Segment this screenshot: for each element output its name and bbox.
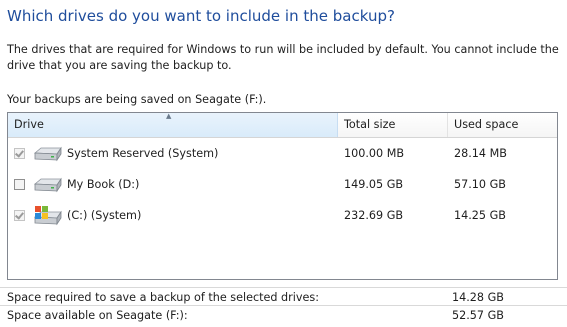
drive-name: My Book (D:) [67,178,140,191]
space-required-label: Space required to save a backup of the s… [7,291,319,304]
page-title: Which drives do you want to include in t… [7,7,395,25]
drive-name: (C:) (System) [67,209,142,222]
column-header-used-space[interactable]: Used space [448,113,557,137]
backup-location-text: Your backups are being saved on Seagate … [7,93,267,106]
list-header: ▲ Drive Total size Used space [8,112,557,138]
sort-ascending-icon: ▲ [166,112,172,120]
table-row[interactable]: My Book (D:) 149.05 GB 57.10 GB [8,169,557,200]
hard-drive-icon [31,174,65,196]
column-header-drive[interactable]: ▲ Drive [8,112,338,137]
divider [0,305,567,306]
total-size: 100.00 MB [344,147,405,160]
space-available-value: 52.57 GB [452,309,504,322]
total-size: 149.05 GB [344,178,404,191]
used-space: 57.10 GB [454,178,506,191]
column-label: Used space [454,118,519,131]
column-label: Total size [344,118,396,131]
column-header-total-size[interactable]: Total size [338,113,448,137]
description-text: The drives that are required for Windows… [7,43,559,72]
hard-drive-icon [31,143,65,165]
used-space: 28.14 MB [454,147,507,160]
space-required-value: 14.28 GB [452,291,504,304]
used-space: 14.25 GB [454,209,506,222]
drive-name: System Reserved (System) [67,147,219,160]
include-drive-checkbox[interactable] [14,210,25,221]
include-drive-checkbox[interactable] [14,179,25,190]
table-row[interactable]: (C:) (System) 232.69 GB 14.25 GB [8,200,557,231]
divider [0,287,567,288]
drive-list[interactable]: ▲ Drive Total size Used space System Res… [7,112,558,280]
total-size: 232.69 GB [344,209,404,222]
column-label: Drive [14,118,44,131]
table-row[interactable]: System Reserved (System) 100.00 MB 28.14… [8,138,557,169]
space-available-label: Space available on Seagate (F:): [7,309,188,322]
windows-drive-icon [31,205,65,227]
include-drive-checkbox[interactable] [14,148,25,159]
